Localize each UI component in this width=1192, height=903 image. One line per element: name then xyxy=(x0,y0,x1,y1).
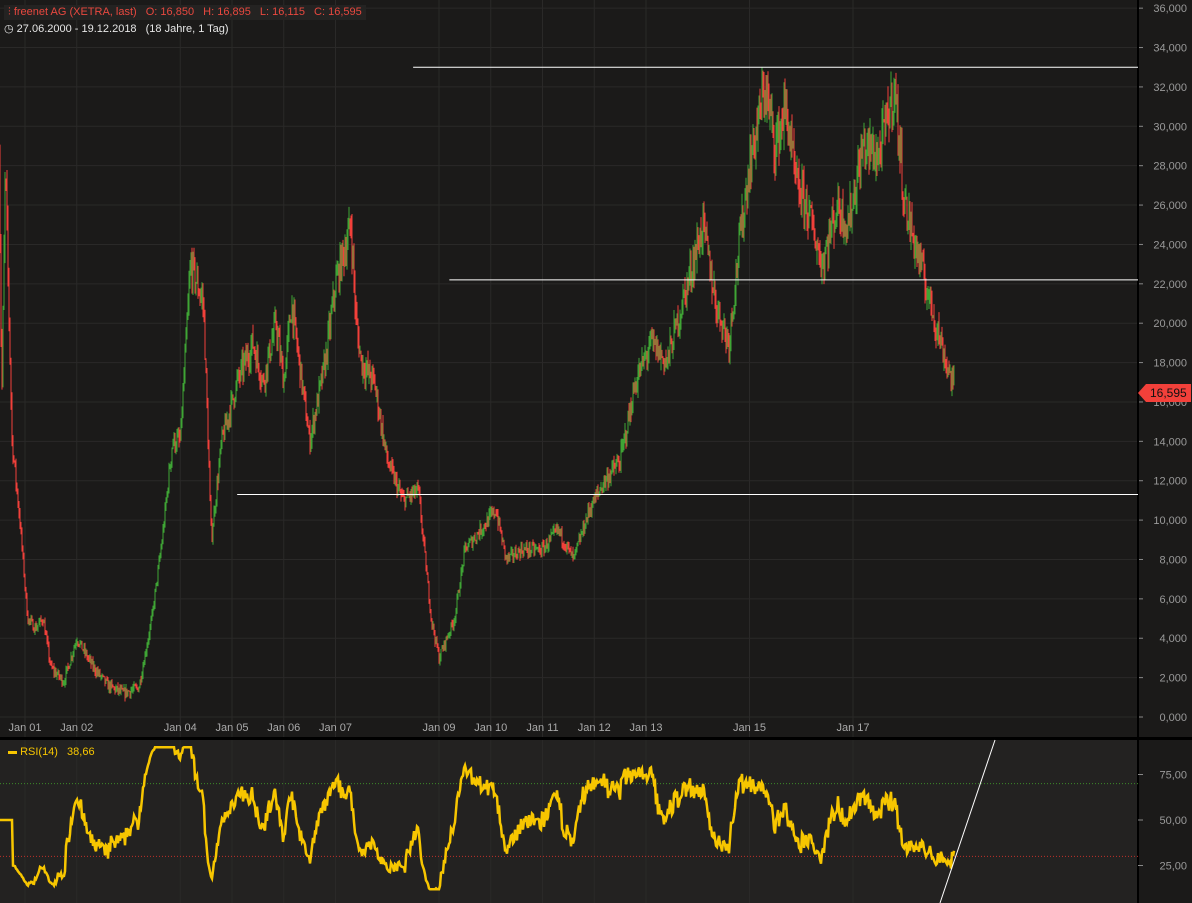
close-value: C: 16,595 xyxy=(314,6,362,18)
x-tick-label: Jan 12 xyxy=(578,722,611,734)
y-tick-label: 34,000 xyxy=(1153,43,1187,55)
y-tick-label: 18,000 xyxy=(1153,358,1187,370)
x-tick-label: Jan 06 xyxy=(267,722,300,734)
y-tick-label: 36,000 xyxy=(1153,3,1187,15)
y-tick-label: 4,000 xyxy=(1159,633,1187,645)
x-tick-label: Jan 13 xyxy=(629,722,662,734)
chart-header: ⫶ freenet AG (XETRA, last) O: 16,850 H: … xyxy=(4,5,366,20)
y-tick-label: 6,000 xyxy=(1159,594,1187,606)
last-price-badge: 16,595 xyxy=(1138,384,1191,402)
y-tick-label: 24,000 xyxy=(1153,239,1187,251)
candlestick-icon: ⫶ xyxy=(8,6,11,18)
y-tick-label: 8,000 xyxy=(1159,554,1187,566)
y-tick-label: 22,000 xyxy=(1153,279,1187,291)
instrument-name: freenet AG (XETRA, last) xyxy=(13,6,137,18)
y-tick-label: 32,000 xyxy=(1153,82,1187,94)
y-tick-label: 28,000 xyxy=(1153,161,1187,173)
y-tick-label: 20,000 xyxy=(1153,318,1187,330)
x-tick-label: Jan 01 xyxy=(8,722,41,734)
rsi-swatch xyxy=(8,750,17,754)
y-tick-label: 2,000 xyxy=(1159,673,1187,685)
x-tick-label: Jan 10 xyxy=(474,722,507,734)
range-text: 27.06.2000 - 19.12.2018 xyxy=(16,23,137,35)
rsi-value: 38,66 xyxy=(67,746,95,758)
y-tick-label: 14,000 xyxy=(1153,436,1187,448)
high-value: H: 16,895 xyxy=(203,6,251,18)
price-chart[interactable]: Jan 01 Jan 02 Jan 04 Jan 05 Jan 06 Jan 07 Jan … xyxy=(0,0,1192,903)
x-tick-label: Jan 02 xyxy=(60,722,93,734)
low-value: L: 16,115 xyxy=(259,6,305,18)
x-tick-label: Jan 11 xyxy=(526,722,558,734)
open-value: O: 16,850 xyxy=(145,6,195,18)
rsi-y-tick-label: 50,00 xyxy=(1159,815,1187,827)
x-tick-label: Jan 07 xyxy=(319,722,352,734)
x-tick-label: Jan 15 xyxy=(733,722,766,734)
x-tick-label: Jan 09 xyxy=(422,722,455,734)
clock-icon: ◷ xyxy=(4,23,14,35)
y-tick-label: 30,000 xyxy=(1153,121,1187,133)
y-tick-label: 12,000 xyxy=(1153,476,1187,488)
duration-text: (18 Jahre, 1 Tag) xyxy=(145,23,229,35)
date-range: ◷ 27.06.2000 - 19.12.2018 (18 Jahre, 1 T… xyxy=(4,22,229,35)
y-tick-label: 10,000 xyxy=(1153,515,1187,527)
rsi-legend: RSI(14) 38,66 xyxy=(8,746,95,758)
rsi-y-tick-label: 25,00 xyxy=(1159,861,1187,873)
y-tick-label: 0,000 xyxy=(1159,712,1187,724)
y-tick-label: 26,000 xyxy=(1153,200,1187,212)
x-tick-label: Jan 05 xyxy=(215,722,248,734)
x-tick-label: Jan 04 xyxy=(164,722,197,734)
rsi-label: RSI(14) xyxy=(20,746,58,758)
rsi-y-tick-label: 75,00 xyxy=(1159,770,1187,782)
x-tick-label: Jan 17 xyxy=(836,722,869,734)
